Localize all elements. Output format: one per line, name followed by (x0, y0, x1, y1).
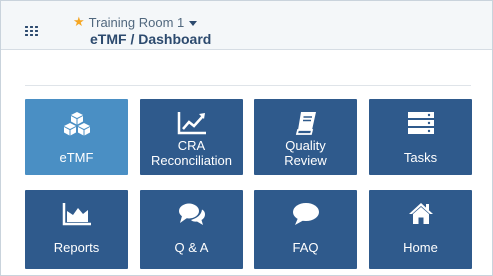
home-icon (369, 202, 472, 226)
tile-faq[interactable]: FAQ (254, 190, 357, 269)
tile-label: Home (403, 240, 438, 255)
tile-label: Q & A (174, 240, 209, 255)
star-icon: ★ (73, 14, 85, 29)
tile-label: Tasks (403, 150, 438, 165)
room-name: Training Room 1 (88, 14, 185, 30)
tile-etmf[interactable]: eTMF (25, 99, 128, 175)
room-selector[interactable]: ★ Training Room 1 (73, 14, 198, 30)
tile-cra-reconciliation[interactable]: CRA Reconciliation (140, 99, 243, 175)
tile-quality-review[interactable]: Quality Review (254, 99, 357, 175)
server-icon (369, 111, 472, 135)
tile-label: Quality Review (284, 138, 327, 168)
top-bar: ★ Training Room 1 eTMF / Dashboard (1, 1, 492, 50)
tile-home[interactable]: Home (369, 190, 472, 269)
line-chart-icon (140, 111, 243, 135)
tile-label: CRA Reconciliation (151, 138, 232, 168)
area-chart-icon (25, 202, 128, 226)
tile-label: Reports (53, 240, 100, 255)
app-grid-icon[interactable] (25, 26, 38, 36)
tile-label: eTMF (59, 150, 94, 165)
tile-qa[interactable]: Q & A (140, 190, 243, 269)
book-icon (254, 111, 357, 135)
comments-icon (140, 202, 243, 226)
app-frame: ★ Training Room 1 eTMF / Dashboard eTMF … (0, 0, 493, 276)
divider (25, 85, 471, 86)
tile-reports[interactable]: Reports (25, 190, 128, 269)
tile-tasks[interactable]: Tasks (369, 99, 472, 175)
tile-label: FAQ (292, 240, 319, 255)
caret-down-icon (189, 20, 198, 26)
breadcrumb: eTMF / Dashboard (90, 31, 212, 47)
cubes-icon (25, 111, 128, 137)
comment-icon (254, 202, 357, 226)
